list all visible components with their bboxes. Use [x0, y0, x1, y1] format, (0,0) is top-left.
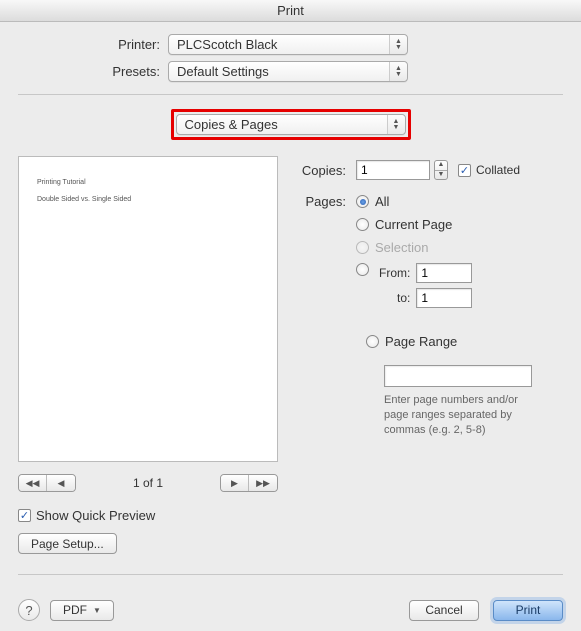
show-quick-preview-checkbox[interactable]: ✓ [18, 509, 31, 522]
show-quick-preview-label: Show Quick Preview [36, 508, 155, 523]
pdf-menu-button[interactable]: PDF ▼ [50, 600, 114, 621]
page-range-label: Page Range [385, 334, 457, 349]
pages-from-input[interactable] [416, 263, 472, 283]
copies-input[interactable] [356, 160, 430, 180]
printer-value: PLCScotch Black [177, 37, 277, 52]
last-page-icon[interactable]: ▶▶ [249, 475, 277, 491]
help-button[interactable]: ? [18, 599, 40, 621]
page-range-radio[interactable] [366, 335, 379, 348]
copies-label: Copies: [296, 163, 356, 178]
page-range-input[interactable] [384, 365, 532, 387]
section-select[interactable]: Copies & Pages ▲▼ [176, 114, 406, 135]
print-button[interactable]: Print [493, 600, 563, 621]
print-preview: Printing Tutorial Double Sided vs. Singl… [18, 156, 278, 462]
pages-all-radio[interactable] [356, 195, 369, 208]
preview-next-group[interactable]: ▶ ▶▶ [220, 474, 278, 492]
chevron-updown-icon: ▲▼ [387, 115, 405, 134]
pages-from-label: From: [379, 266, 410, 280]
preview-prev-group[interactable]: ◀◀ ◀ [18, 474, 76, 492]
stepper-down-icon[interactable]: ▼ [435, 171, 447, 180]
printer-label: Printer: [18, 37, 168, 52]
prev-page-icon[interactable]: ◀ [47, 475, 75, 491]
pages-current-radio[interactable] [356, 218, 369, 231]
collated-label: Collated [476, 163, 520, 177]
window-title: Print [0, 0, 581, 22]
copies-stepper[interactable]: ▲▼ [434, 160, 448, 180]
preview-text: Printing Tutorial [37, 179, 259, 186]
pages-label: Pages: [296, 194, 356, 209]
pages-selection-label: Selection [375, 240, 428, 255]
highlight-annotation: Copies & Pages ▲▼ [171, 109, 411, 140]
chevron-updown-icon: ▲▼ [389, 35, 407, 54]
presets-select[interactable]: Default Settings ▲▼ [168, 61, 408, 82]
pages-all-label: All [375, 194, 389, 209]
page-indicator: 1 of 1 [133, 476, 163, 490]
help-icon: ? [25, 603, 32, 618]
divider [18, 94, 563, 95]
presets-value: Default Settings [177, 64, 269, 79]
stepper-up-icon[interactable]: ▲ [435, 161, 447, 171]
cancel-button[interactable]: Cancel [409, 600, 479, 621]
preview-text: Double Sided vs. Single Sided [37, 196, 259, 203]
next-page-icon[interactable]: ▶ [221, 475, 249, 491]
collated-checkbox[interactable]: ✓ [458, 164, 471, 177]
section-value: Copies & Pages [185, 117, 278, 132]
pages-from-radio[interactable] [356, 263, 369, 276]
printer-select[interactable]: PLCScotch Black ▲▼ [168, 34, 408, 55]
divider [18, 574, 563, 575]
pages-to-input[interactable] [416, 288, 472, 308]
pdf-label: PDF [63, 603, 87, 617]
presets-label: Presets: [18, 64, 168, 79]
pages-to-label: to: [379, 291, 410, 305]
chevron-down-icon: ▼ [93, 606, 101, 615]
page-range-hint: Enter page numbers and/or page ranges se… [384, 393, 544, 438]
chevron-updown-icon: ▲▼ [389, 62, 407, 81]
pages-selection-radio [356, 241, 369, 254]
first-page-icon[interactable]: ◀◀ [19, 475, 47, 491]
pages-current-label: Current Page [375, 217, 452, 232]
page-setup-button[interactable]: Page Setup... [18, 533, 117, 554]
